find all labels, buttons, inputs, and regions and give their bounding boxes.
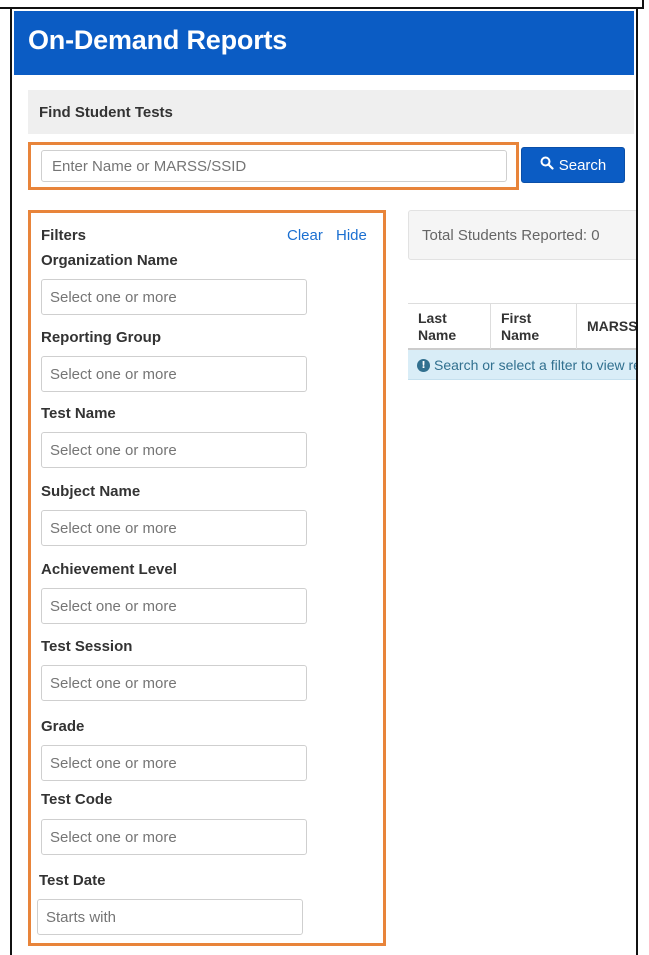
no-results-message: ! Search or select a filter to view resu… (417, 357, 636, 373)
column-header-line: Last (418, 310, 447, 326)
filter-select-subject-name[interactable] (41, 510, 307, 546)
filter-label-test-date: Test Date (39, 872, 106, 889)
column-divider (576, 304, 577, 349)
filter-label-achievement-level: Achievement Level (41, 561, 177, 578)
filter-label-grade: Grade (41, 718, 85, 735)
total-students-panel: Total Students Reported: 0 (408, 210, 636, 260)
column-header-marss[interactable]: MARSS (587, 318, 638, 335)
column-header-line: Name (501, 327, 540, 343)
column-divider (490, 304, 491, 349)
filter-label-reporting-group: Reporting Group (41, 329, 161, 346)
find-student-tests-panel: Find Student Tests (28, 90, 634, 134)
filter-label-subject-name: Subject Name (41, 483, 141, 500)
app-frame: On-Demand Reports Find Student Tests Sea… (10, 9, 638, 955)
search-input[interactable] (41, 150, 507, 182)
search-icon (540, 156, 554, 174)
page-title: On-Demand Reports (28, 25, 288, 55)
filter-select-reporting-group[interactable] (41, 356, 307, 392)
filter-label-test-session: Test Session (41, 638, 133, 655)
column-header-line: MARSS (587, 318, 638, 334)
filter-select-test-code[interactable] (41, 819, 307, 855)
search-highlight-box (28, 142, 519, 190)
find-student-tests-label: Find Student Tests (39, 104, 173, 121)
search-button[interactable]: Search (521, 147, 625, 183)
search-button-label: Search (558, 156, 607, 174)
column-header-last-name[interactable]: Last Name (418, 310, 456, 344)
total-students-reported: Total Students Reported: 0 (422, 227, 600, 244)
column-header-line: Name (418, 327, 457, 343)
filter-label-test-code: Test Code (41, 791, 113, 808)
filter-input-test-date[interactable] (37, 899, 303, 935)
info-circle-icon: ! (417, 358, 430, 372)
filter-label-test-name: Test Name (41, 405, 116, 422)
hide-filters-link[interactable]: Hide (336, 227, 367, 244)
page-header: On-Demand Reports (14, 11, 634, 75)
no-results-info-row: ! Search or select a filter to view resu… (408, 350, 636, 380)
clear-filters-link[interactable]: Clear (287, 227, 323, 244)
filter-select-test-session[interactable] (41, 665, 307, 701)
filter-select-test-name[interactable] (41, 432, 307, 468)
window-top-edge (0, 0, 644, 9)
info-message-text: Search or select a filter to view result… (434, 357, 636, 373)
filter-select-achievement-level[interactable] (41, 588, 307, 624)
filter-label-organization-name: Organization Name (41, 252, 178, 269)
filters-panel: Filters Clear Hide Organization Name Rep… (28, 210, 386, 946)
column-header-line: First (501, 310, 532, 326)
filters-title: Filters (41, 227, 87, 244)
column-header-first-name[interactable]: First Name (501, 310, 539, 344)
filter-select-grade[interactable] (41, 745, 307, 781)
results-table-header: Last Name First Name MARSS (408, 303, 638, 350)
filter-select-organization-name[interactable] (41, 279, 307, 315)
